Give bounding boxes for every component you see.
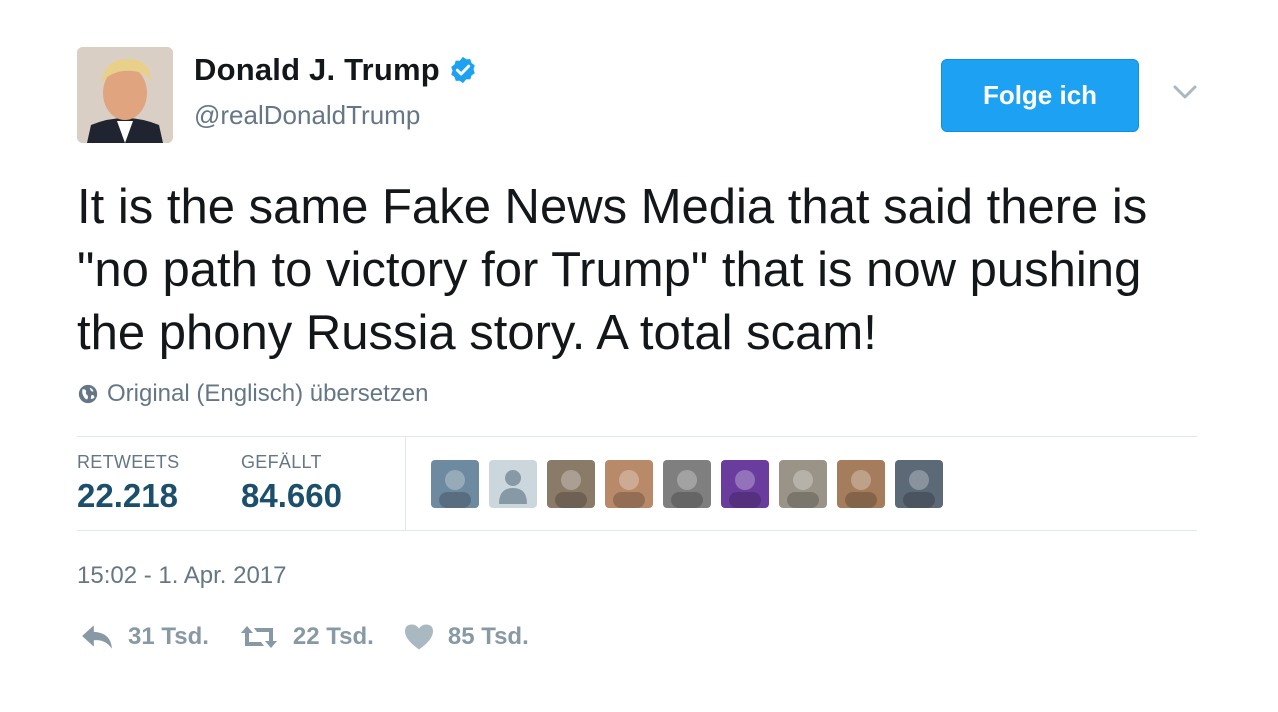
likes-stat[interactable]: GEFÄLLT 84.660 xyxy=(241,452,342,515)
liker-avatar-4[interactable] xyxy=(605,460,653,508)
likes-label: GEFÄLLT xyxy=(241,452,322,472)
chevron-down-icon[interactable] xyxy=(1172,82,1198,102)
stats-top-divider xyxy=(77,436,1197,437)
stats-vertical-divider xyxy=(405,437,406,530)
liker-avatar-1[interactable] xyxy=(431,460,479,508)
liker-avatars xyxy=(431,460,953,508)
liker-avatar-5[interactable] xyxy=(663,460,711,508)
like-count: 85 Tsd. xyxy=(447,623,529,650)
retweet-count: 22 Tsd. xyxy=(292,623,374,650)
tweet-actions: 31 Tsd. 22 Tsd. 85 Tsd. xyxy=(80,622,559,652)
profile-avatar[interactable] xyxy=(77,47,173,143)
retweet-icon xyxy=(240,626,277,648)
display-name[interactable]: Donald J. Trump xyxy=(194,52,440,88)
globe-icon xyxy=(78,384,98,404)
verified-badge-icon xyxy=(451,56,475,84)
likes-count: 84.660 xyxy=(241,477,342,514)
retweets-label: RETWEETS xyxy=(77,452,180,472)
stats-bottom-divider xyxy=(77,530,1197,531)
user-handle[interactable]: @realDonaldTrump xyxy=(194,100,420,131)
reply-count: 31 Tsd. xyxy=(128,623,209,650)
heart-icon xyxy=(404,624,433,650)
reply-button[interactable]: 31 Tsd. xyxy=(80,622,209,652)
retweet-button[interactable]: 22 Tsd. xyxy=(239,622,374,652)
liker-avatar-9[interactable] xyxy=(895,460,943,508)
liker-avatar-8[interactable] xyxy=(837,460,885,508)
translate-link-label: Original (Englisch) übersetzen xyxy=(107,380,429,407)
liker-avatar-2[interactable] xyxy=(489,460,537,508)
liker-avatar-6[interactable] xyxy=(721,460,769,508)
liker-avatar-7[interactable] xyxy=(779,460,827,508)
follow-button[interactable]: Folge ich xyxy=(941,59,1139,132)
tweet-timestamp[interactable]: 15:02 - 1. Apr. 2017 xyxy=(77,562,287,590)
reply-icon xyxy=(82,625,112,649)
tweet-text: It is the same Fake News Media that said… xyxy=(77,180,1148,360)
liker-avatar-3[interactable] xyxy=(547,460,595,508)
retweets-count: 22.218 xyxy=(77,477,178,514)
like-button[interactable]: 85 Tsd. xyxy=(404,622,529,652)
translate-link[interactable]: Original (Englisch) übersetzen xyxy=(77,380,428,408)
retweets-stat[interactable]: RETWEETS 22.218 xyxy=(77,452,179,515)
